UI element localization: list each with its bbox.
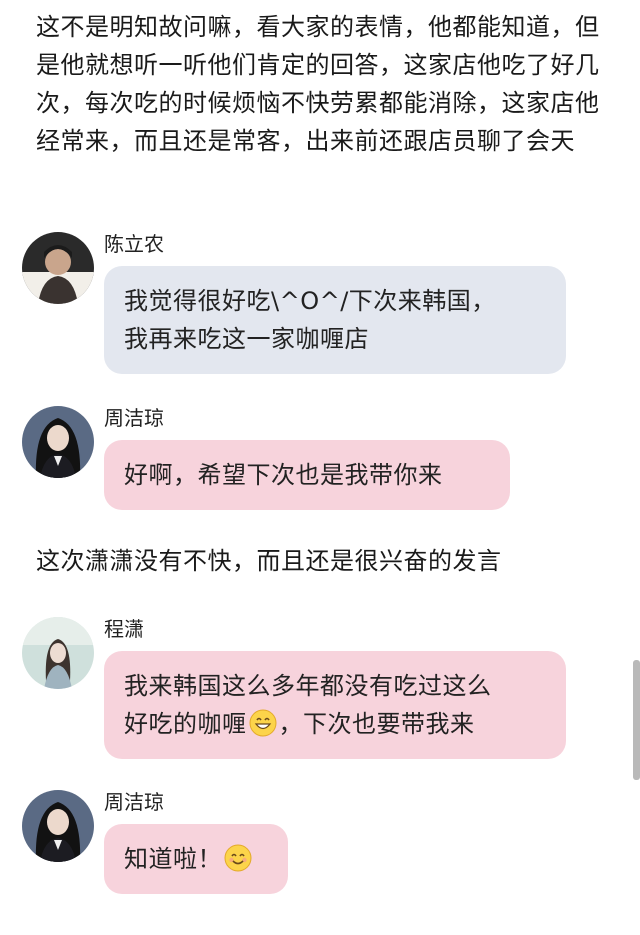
message-bubble: 知道啦！ bbox=[104, 824, 288, 894]
sender-name: 周洁琼 bbox=[104, 790, 164, 814]
message-text: 好吃的咖喱 ，下次也要带我来 bbox=[124, 705, 546, 743]
message-text-segment: ，下次也要带我来 bbox=[278, 710, 475, 738]
avatar[interactable] bbox=[22, 232, 94, 304]
grinning-face-icon bbox=[249, 709, 276, 737]
narration-paragraph: 这不是明知故问嘛，看大家的表情，他都能知道，但是他就想听一听他们肯定的回答，这家… bbox=[36, 13, 600, 155]
message-text: 我再来吃这一家咖喱店 bbox=[124, 325, 369, 353]
message-bubble: 好啊，希望下次也是我带你来 bbox=[104, 440, 510, 510]
scrollbar-thumb[interactable] bbox=[633, 660, 640, 780]
smiling-face-icon bbox=[224, 844, 252, 872]
sender-name: 陈立农 bbox=[104, 232, 164, 256]
message-bubble: 我觉得很好吃\^O^/下次来韩国， 我再来吃这一家咖喱店 bbox=[104, 266, 566, 374]
avatar-photo-icon bbox=[22, 406, 94, 478]
message-text: 我来韩国这么多年都没有吃过这么 bbox=[124, 672, 492, 700]
sender-name: 周洁琼 bbox=[104, 406, 164, 430]
avatar-photo-icon bbox=[22, 790, 94, 862]
avatar-photo-icon bbox=[22, 617, 94, 689]
avatar[interactable] bbox=[22, 406, 94, 478]
avatar[interactable] bbox=[22, 790, 94, 862]
avatar-photo-icon bbox=[22, 232, 94, 304]
message-text: 我觉得很好吃\^O^/下次来韩国， bbox=[124, 287, 496, 315]
message-text: 好啊，希望下次也是我带你来 bbox=[124, 461, 443, 489]
message-text: 知道啦！ bbox=[124, 840, 268, 878]
message-bubble: 我来韩国这么多年都没有吃过这么 好吃的咖喱 ，下次也要带我来 bbox=[104, 651, 566, 759]
avatar[interactable] bbox=[22, 617, 94, 689]
message-text-segment: 好吃的咖喱 bbox=[124, 710, 247, 738]
message-text-segment: 知道啦！ bbox=[124, 845, 222, 873]
narration-paragraph: 这次潇潇没有不快，而且还是很兴奋的发言 bbox=[36, 547, 502, 575]
sender-name: 程潇 bbox=[104, 617, 144, 641]
